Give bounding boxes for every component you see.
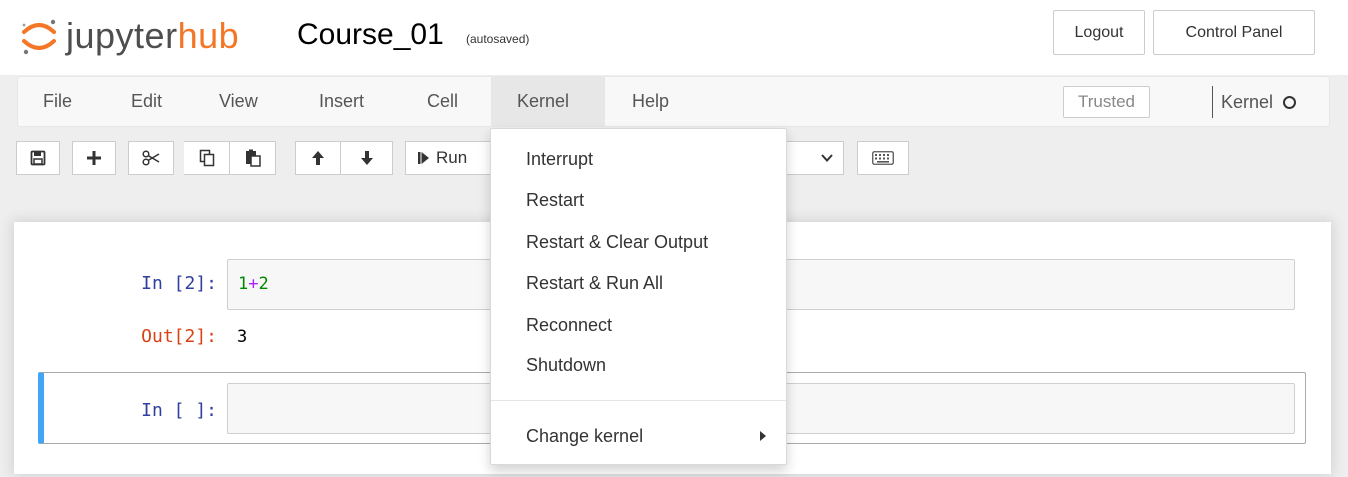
code-number-b: 2 [258,274,269,294]
cell-2-in-prompt: In [ ]: [141,400,217,421]
logo-hub-text: hub [177,15,240,56]
kernel-menu-restart-run-all[interactable]: Restart & Run All [526,272,663,294]
menu-cell[interactable]: Cell [427,77,458,126]
arrow-up-icon [312,151,324,165]
notebook-name[interactable]: Course_01 [297,15,444,55]
kernel-menu-reconnect[interactable]: Reconnect [526,314,612,336]
arrow-down-icon [360,151,373,165]
kernel-menu-restart-clear-output[interactable]: Restart & Clear Output [526,231,708,253]
kernel-indicator-label: Kernel [1221,91,1274,112]
kernel-menu-interrupt[interactable]: Interrupt [526,148,593,170]
menu-edit[interactable]: Edit [131,77,162,126]
autosave-status: (autosaved) [466,32,530,46]
cut-button[interactable] [128,141,174,175]
logout-button[interactable]: Logout [1053,10,1145,55]
plus-icon [87,151,101,165]
menu-kernel[interactable]: Kernel [491,77,605,126]
kernel-menu-restart[interactable]: Restart [526,189,584,211]
cut-icon [142,150,160,166]
command-palette-button[interactable] [857,141,909,175]
chevron-down-icon [821,154,833,162]
header: jupyterhub Course_01 (autosaved) Logout … [0,0,1348,75]
kernel-indicator: Kernel [1212,86,1297,118]
kernel-idle-icon [1283,95,1297,109]
menu-help[interactable]: Help [632,77,669,126]
jupyter-logo-icon [22,19,56,55]
jupyterhub-logo[interactable]: jupyterhub [20,16,239,56]
menu-file[interactable]: File [43,77,72,126]
move-down-button[interactable] [341,141,393,175]
paste-button[interactable] [230,141,276,175]
control-panel-button[interactable]: Control Panel [1153,10,1315,55]
save-button[interactable] [16,141,60,175]
kernel-dropdown-menu: Interrupt Restart Restart & Clear Output… [490,128,787,465]
run-label: Run [436,148,468,167]
code-operator: + [248,274,259,294]
keyboard-icon [872,151,894,165]
copy-button[interactable] [184,141,230,175]
kernel-menu-change-kernel[interactable]: Change kernel [526,425,643,447]
menu-insert[interactable]: Insert [319,77,364,126]
logo-jupyter-text: jupyter [66,15,178,56]
cell-1-output: 3 [237,327,248,347]
move-up-button[interactable] [295,141,341,175]
cell-1-out-prompt: Out[2]: [141,326,217,347]
menu-divider [491,400,786,401]
copy-icon [199,149,214,167]
insert-cell-button[interactable] [72,141,116,175]
code-number-a: 1 [238,274,249,294]
kernel-menu-shutdown[interactable]: Shutdown [526,354,606,376]
cell-1-in-prompt: In [2]: [141,273,217,294]
step-forward-icon [418,152,429,164]
paste-icon [245,149,261,167]
menu-view[interactable]: View [219,77,258,126]
caret-right-icon [760,431,766,441]
trusted-indicator[interactable]: Trusted [1063,86,1150,118]
save-icon [30,150,46,166]
